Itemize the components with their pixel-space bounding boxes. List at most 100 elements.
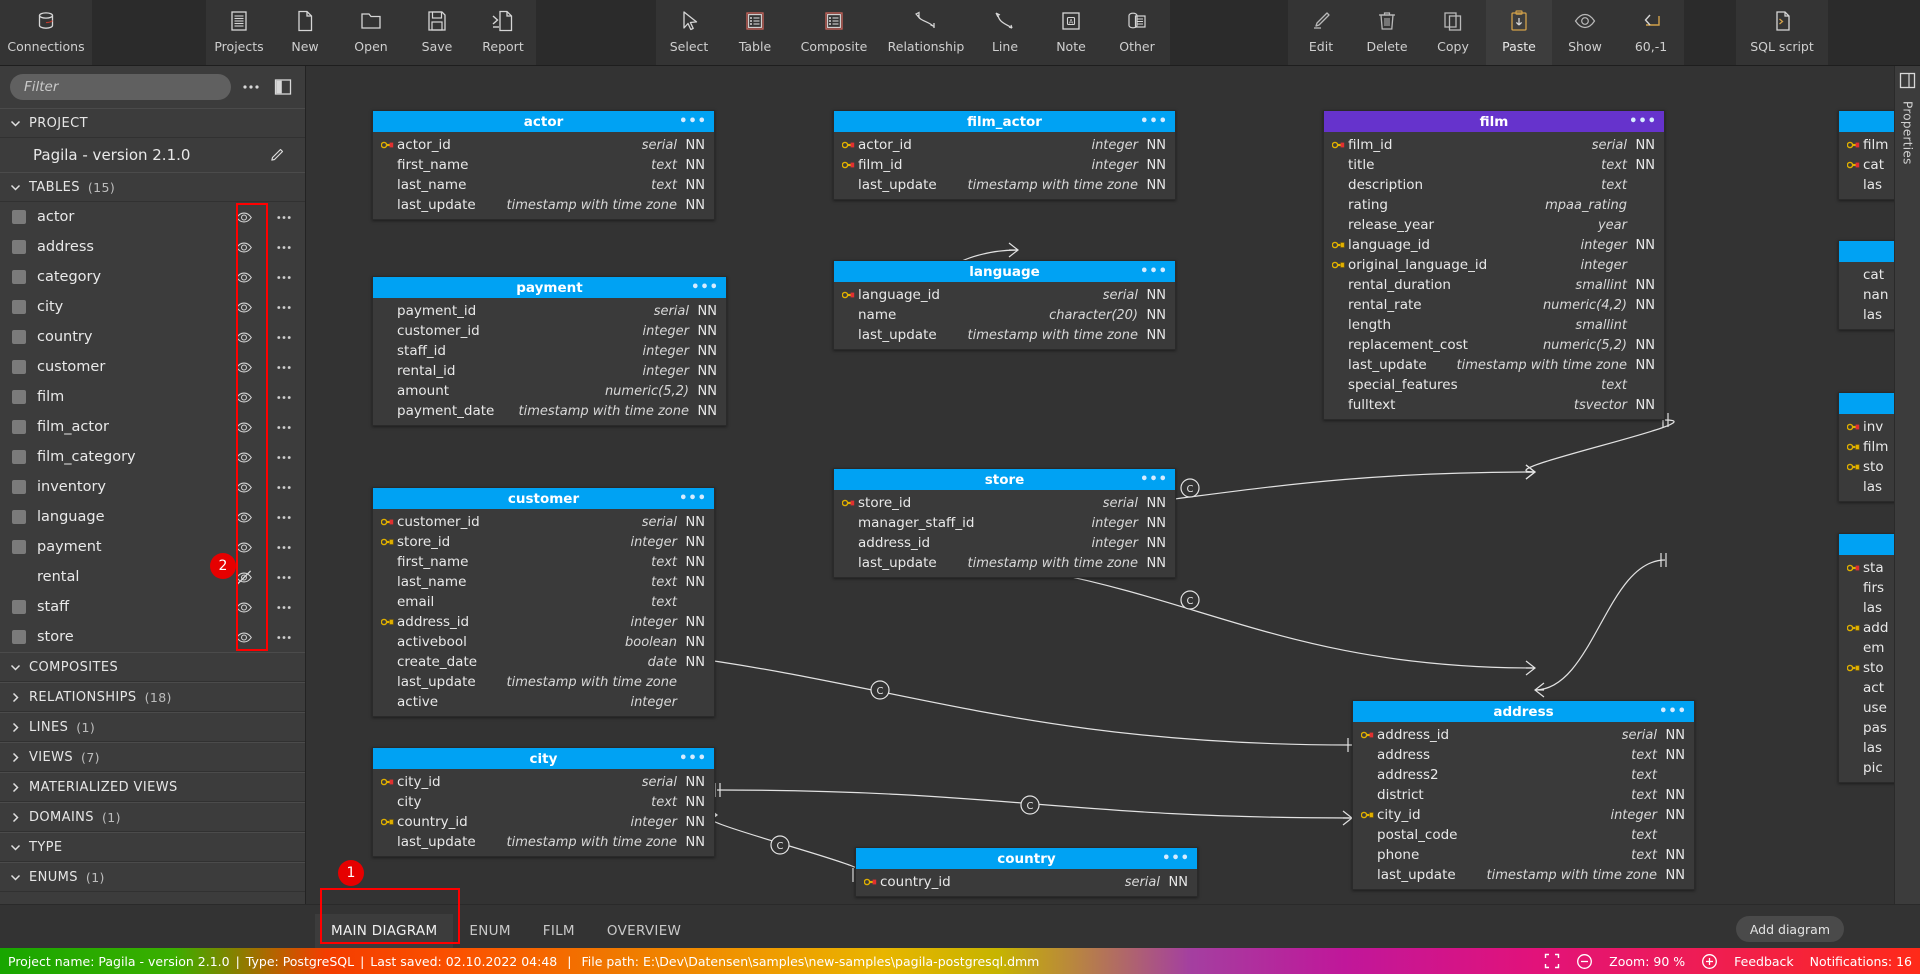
sidebar-item-film[interactable]: film — [0, 382, 305, 412]
diagram-table-film_actor[interactable]: film_actor•••actor_idintegerNNfilm_idint… — [833, 110, 1176, 200]
note-tool-button[interactable]: A Note — [1038, 0, 1104, 65]
ellipsis-icon[interactable]: ••• — [1140, 269, 1168, 275]
table-field-row[interactable]: store_idintegerNN — [373, 532, 714, 552]
eye-icon[interactable] — [235, 328, 253, 346]
open-button[interactable]: Open — [338, 0, 404, 65]
table-checkbox[interactable] — [12, 210, 26, 224]
section-header-domains[interactable]: DOMAINS (1) — [0, 802, 305, 832]
table-field-row[interactable]: film — [1839, 437, 1894, 457]
diagram-table-address[interactable]: address•••address_idserialNNaddresstextN… — [1352, 700, 1695, 890]
table-field-row[interactable]: em — [1839, 638, 1894, 658]
table-checkbox[interactable] — [12, 270, 26, 284]
paste-button[interactable]: Paste — [1486, 0, 1552, 65]
tab-main-diagram[interactable]: MAIN DIAGRAM — [315, 914, 453, 948]
add-diagram-button[interactable]: Add diagram — [1736, 916, 1844, 942]
ellipsis-icon[interactable] — [275, 208, 293, 226]
table-field-row[interactable]: sto — [1839, 457, 1894, 477]
table-field-row[interactable]: emailtext — [373, 592, 714, 612]
connections-button[interactable]: Connections — [0, 0, 92, 65]
ellipsis-icon[interactable] — [275, 238, 293, 256]
eye-icon[interactable] — [235, 478, 253, 496]
table-field-row[interactable]: last_updatetimestamp with time zoneNN — [834, 325, 1175, 345]
tab-film[interactable]: FILM — [527, 914, 591, 948]
table-field-row[interactable]: payment_datetimestamp with time zoneNN — [373, 401, 726, 421]
section-header-composites[interactable]: COMPOSITES — [0, 652, 305, 682]
table-field-row[interactable]: language_idintegerNN — [1324, 235, 1664, 255]
table-header-address[interactable]: address••• — [1353, 701, 1694, 722]
section-header-type[interactable]: TYPE — [0, 832, 305, 862]
ellipsis-icon[interactable]: ••• — [679, 119, 707, 125]
ellipsis-icon[interactable]: ••• — [679, 496, 707, 502]
table-field-row[interactable]: districttextNN — [1353, 785, 1694, 805]
table-checkbox[interactable] — [12, 390, 26, 404]
table-field-row[interactable]: customer_idserialNN — [373, 512, 714, 532]
table-field-row[interactable]: address_idserialNN — [1353, 725, 1694, 745]
select-tool-button[interactable]: Select — [656, 0, 722, 65]
ellipsis-icon[interactable] — [275, 568, 293, 586]
table-field-row[interactable]: last_updatetimestamp with time zoneNN — [373, 832, 714, 852]
table-checkbox[interactable] — [12, 240, 26, 254]
diagram-table-customer[interactable]: customer•••customer_idserialNNstore_idin… — [372, 487, 715, 717]
notifications-button[interactable]: Notifications: 16 — [1810, 954, 1912, 969]
table-checkbox[interactable] — [12, 600, 26, 614]
table-field-row[interactable]: fulltexttsvectorNN — [1324, 395, 1664, 415]
table-field-row[interactable]: nan — [1839, 285, 1894, 305]
table-field-row[interactable]: film_idintegerNN — [834, 155, 1175, 175]
line-tool-button[interactable]: Line — [972, 0, 1038, 65]
table-field-row[interactable]: city_idintegerNN — [1353, 805, 1694, 825]
ellipsis-icon[interactable] — [275, 508, 293, 526]
eye-icon[interactable] — [235, 238, 253, 256]
ellipsis-icon[interactable]: ••• — [1140, 119, 1168, 125]
table-field-row[interactable]: last_nametextNN — [373, 572, 714, 592]
properties-icon[interactable] — [1899, 72, 1916, 89]
table-field-row[interactable]: last_updatetimestamp with time zoneNN — [1353, 865, 1694, 885]
table-field-row[interactable]: ratingmpaa_rating — [1324, 195, 1664, 215]
new-button[interactable]: New — [272, 0, 338, 65]
table-field-row[interactable]: manager_staff_idintegerNN — [834, 513, 1175, 533]
project-name-row[interactable]: Pagila - version 2.1.0 — [0, 138, 305, 172]
ellipsis-icon[interactable] — [275, 598, 293, 616]
table-header-film[interactable]: film••• — [1324, 111, 1664, 132]
sidebar-item-staff[interactable]: staff — [0, 592, 305, 622]
section-header-project[interactable]: PROJECT — [0, 108, 305, 138]
table-field-row[interactable]: cat — [1839, 265, 1894, 285]
sidebar-item-customer[interactable]: customer — [0, 352, 305, 382]
table-field-row[interactable]: create_datedateNN — [373, 652, 714, 672]
sidebar-item-payment[interactable]: payment — [0, 532, 305, 562]
table-field-row[interactable]: last_updatetimestamp with time zone — [373, 672, 714, 692]
ellipsis-icon[interactable]: ••• — [1629, 119, 1657, 125]
ellipsis-icon[interactable] — [275, 418, 293, 436]
table-field-row[interactable]: activeboolbooleanNN — [373, 632, 714, 652]
table-field-row[interactable]: address2text — [1353, 765, 1694, 785]
eye-icon[interactable] — [235, 538, 253, 556]
section-header-materialized-views[interactable]: MATERIALIZED VIEWS — [0, 772, 305, 802]
table-checkbox[interactable] — [12, 540, 26, 554]
table-field-row[interactable]: use — [1839, 698, 1894, 718]
table-checkbox[interactable] — [12, 360, 26, 374]
tab-overview[interactable]: OVERVIEW — [591, 914, 697, 948]
search-input[interactable] — [10, 74, 231, 100]
zoom-out-icon[interactable] — [1576, 953, 1593, 970]
sidebar-item-category[interactable]: category — [0, 262, 305, 292]
eye-icon[interactable] — [235, 298, 253, 316]
table-field-row[interactable]: film_idserialNN — [1324, 135, 1664, 155]
table-field-row[interactable]: titletextNN — [1324, 155, 1664, 175]
table-field-row[interactable]: last_updatetimestamp with time zoneNN — [373, 195, 714, 215]
ellipsis-icon[interactable] — [275, 538, 293, 556]
delete-button[interactable]: Delete — [1354, 0, 1420, 65]
edit-button[interactable]: Edit — [1288, 0, 1354, 65]
eye-icon[interactable] — [235, 418, 253, 436]
section-header-views[interactable]: VIEWS (7) — [0, 742, 305, 772]
eye-icon[interactable] — [235, 508, 253, 526]
table-header-film_actor[interactable]: film_actor••• — [834, 111, 1175, 132]
sql-script-button[interactable]: SQL script — [1736, 0, 1828, 65]
table-field-row[interactable]: release_yearyear — [1324, 215, 1664, 235]
section-header-lines[interactable]: LINES (1) — [0, 712, 305, 742]
diagram-table-payment[interactable]: payment•••payment_idserialNNcustomer_idi… — [372, 276, 727, 426]
table-field-row[interactable]: las — [1839, 477, 1894, 497]
table-checkbox[interactable] — [12, 330, 26, 344]
sidebar-item-film_actor[interactable]: film_actor — [0, 412, 305, 442]
copy-button[interactable]: Copy — [1420, 0, 1486, 65]
relationship-tool-button[interactable]: Relationship — [880, 0, 972, 65]
sidebar-item-inventory[interactable]: inventory — [0, 472, 305, 502]
